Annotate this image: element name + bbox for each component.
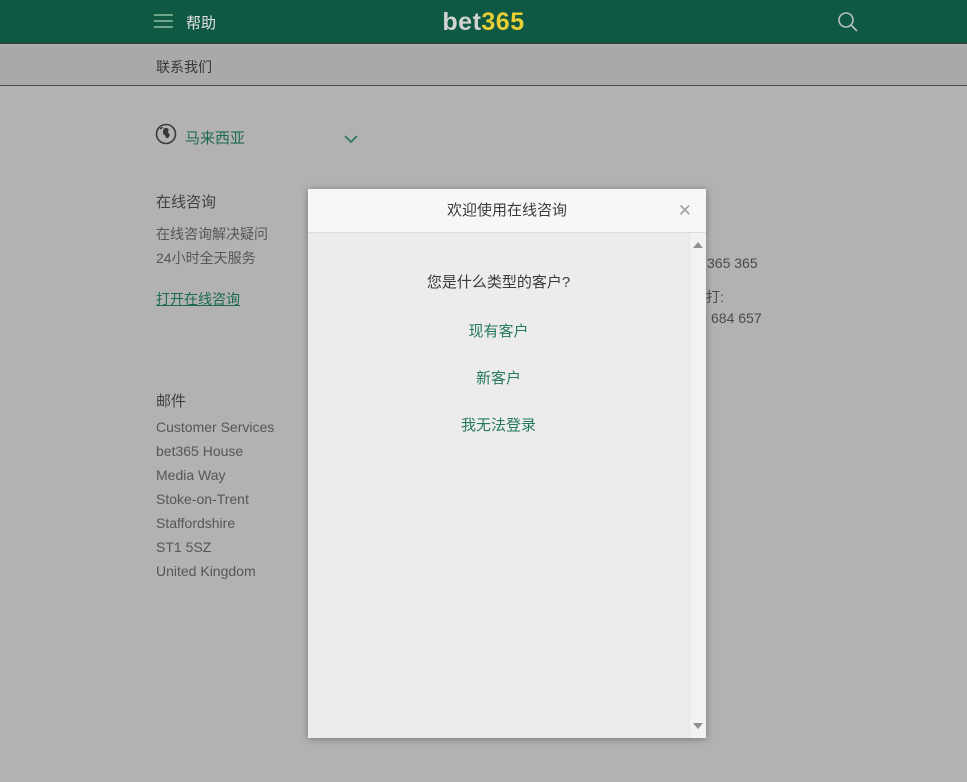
open-live-chat-link[interactable]: 打开在线咨询	[156, 289, 240, 309]
live-chat-desc-line1: 在线咨询解决疑问	[156, 224, 268, 244]
sub-header: 联系我们	[0, 45, 967, 86]
search-icon[interactable]	[836, 10, 860, 34]
address-line: bet365 House	[156, 443, 274, 467]
close-icon[interactable]: ✕	[678, 189, 692, 232]
page-title: 联系我们	[156, 57, 212, 77]
option-existing-customer[interactable]: 现有客户	[308, 320, 689, 341]
modal-title: 欢迎使用在线咨询	[308, 189, 706, 232]
address-line: Staffordshire	[156, 515, 274, 539]
option-cannot-login[interactable]: 我无法登录	[308, 414, 689, 435]
chevron-down-icon	[343, 131, 359, 149]
scroll-up-icon[interactable]	[693, 242, 703, 248]
globe-icon	[155, 123, 177, 150]
chat-welcome-modal: 欢迎使用在线咨询 ✕ 您是什么类型的客户? 现有客户 新客户 我无法登录	[308, 189, 706, 738]
logo-365-part: 365	[481, 8, 524, 36]
mail-heading: 邮件	[156, 390, 186, 411]
option-new-customer[interactable]: 新客户	[308, 367, 689, 388]
help-contact-page: { "header": { "menu_label": "帮助", "logo_…	[0, 0, 967, 782]
address-line: Media Way	[156, 467, 274, 491]
region-label: 马来西亚	[185, 127, 245, 148]
live-chat-heading: 在线咨询	[156, 191, 216, 212]
bet365-logo[interactable]: bet365	[0, 8, 967, 37]
phone-label-fragment: 打:	[706, 287, 724, 307]
live-chat-desc-line2: 24小时全天服务	[156, 248, 256, 268]
modal-scrollbar[interactable]	[689, 233, 706, 738]
phone-number-fragment: 684 657	[711, 310, 762, 326]
scroll-down-icon[interactable]	[693, 723, 703, 729]
top-header: 帮助 bet365	[0, 0, 967, 44]
address-line: ST1 5SZ	[156, 539, 274, 563]
postal-address: Customer Services bet365 House Media Way…	[156, 419, 274, 587]
address-line: United Kingdom	[156, 563, 274, 587]
modal-header: 欢迎使用在线咨询 ✕	[308, 189, 706, 233]
logo-bet-part: bet	[442, 8, 481, 36]
address-line: Stoke-on-Trent	[156, 491, 274, 515]
phone-number-fragment: 365 365	[707, 255, 758, 271]
address-line: Customer Services	[156, 419, 274, 443]
customer-type-question: 您是什么类型的客户?	[308, 271, 689, 292]
